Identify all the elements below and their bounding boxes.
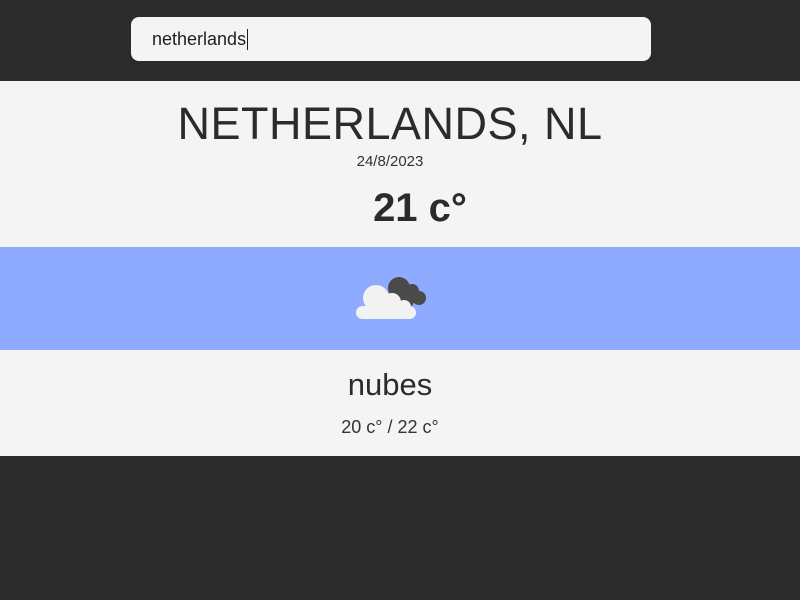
search-input[interactable]: netherlands: [131, 17, 651, 61]
weather-icon-band: [0, 247, 800, 350]
text-caret: [247, 28, 249, 50]
current-temperature: 21 c°: [373, 186, 467, 230]
date-label: 24/8/2023: [356, 153, 424, 170]
weather-summary: NETHERLANDS, NL 24/8/2023 21 c°: [0, 81, 800, 247]
temperature-range: 20 c° / 22 c°: [341, 417, 439, 437]
location-title: NETHERLANDS, NL: [177, 98, 603, 149]
weather-details: nubes 20 c° / 22 c°: [0, 350, 800, 456]
cloudy-icon: [356, 277, 426, 319]
weather-app: netherlands NETHERLANDS, NL 24/8/2023 21…: [0, 0, 800, 600]
search-input-value: netherlands: [152, 29, 247, 49]
weather-description: nubes: [347, 367, 433, 402]
header: netherlands: [0, 0, 800, 81]
